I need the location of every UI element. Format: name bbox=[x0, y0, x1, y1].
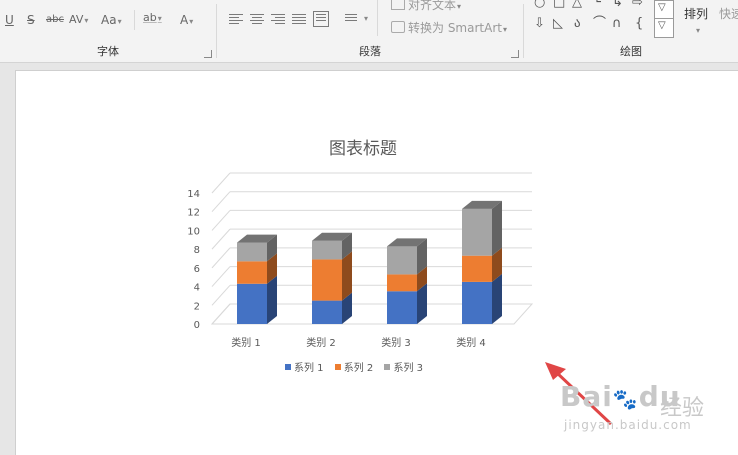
bar-segment bbox=[462, 208, 492, 256]
gridline-side bbox=[211, 266, 231, 287]
gridline-side bbox=[211, 172, 231, 194]
legend-label: 系列 2 bbox=[343, 363, 374, 374]
x-tick-label: 类别 1 bbox=[231, 336, 261, 349]
x-tick-label: 类别 4 bbox=[456, 336, 486, 349]
chart-title[interactable]: 图表标题 bbox=[300, 134, 426, 159]
bar-segment bbox=[237, 261, 267, 284]
legend-swatch bbox=[384, 364, 391, 370]
y-tick-label: 0 bbox=[194, 320, 200, 331]
y-tick-label: 14 bbox=[187, 189, 200, 200]
y-tick-label: 4 bbox=[194, 283, 200, 294]
x-axis: 类别 1 类别 2 类别 3 类别 4 bbox=[231, 336, 486, 349]
y-tick-label: 10 bbox=[187, 226, 200, 237]
x-tick-label: 类别 2 bbox=[306, 336, 336, 349]
bar-segment bbox=[237, 242, 267, 262]
paw-icon: 🐾 bbox=[612, 387, 639, 411]
bar-side bbox=[492, 200, 502, 256]
legend-item: 系列 1 bbox=[285, 359, 324, 374]
bar-side bbox=[492, 273, 502, 324]
legend-item: 系列 3 bbox=[384, 359, 423, 374]
gridline-side bbox=[211, 228, 231, 250]
gridline-side bbox=[211, 191, 231, 213]
legend-swatch bbox=[334, 364, 341, 370]
y-tick-label: 6 bbox=[194, 264, 200, 275]
baidu-jingyan-watermark: Bai🐾du 经验 jingyan.baidu.com bbox=[560, 372, 710, 442]
gridline-side bbox=[211, 210, 231, 231]
bar-segment bbox=[387, 291, 417, 324]
gridline-side bbox=[211, 284, 231, 306]
bar-segment bbox=[312, 240, 342, 260]
bar-segment bbox=[387, 246, 417, 275]
bar-segment bbox=[312, 259, 342, 301]
bar-segment bbox=[462, 281, 492, 324]
bar-side bbox=[342, 251, 352, 301]
legend-swatch bbox=[285, 364, 291, 370]
bar-segment bbox=[462, 255, 492, 282]
bar-side bbox=[267, 275, 277, 324]
y-tick-label: 2 bbox=[194, 301, 200, 312]
y-tick-label: 12 bbox=[187, 208, 200, 219]
legend-label: 系列 3 bbox=[393, 363, 424, 374]
legend-item: 系列 2 bbox=[334, 359, 374, 374]
chart-legend[interactable]: 系列 1 系列 2 系列 3 bbox=[285, 359, 431, 374]
legend-label: 系列 1 bbox=[294, 363, 324, 374]
bar-segment bbox=[387, 274, 417, 292]
y-tick-label: 8 bbox=[194, 245, 200, 256]
x-tick-label: 类别 3 bbox=[381, 336, 411, 349]
bar-segment bbox=[237, 283, 267, 324]
watermark-url: jingyan.baidu.com bbox=[564, 418, 692, 432]
y-axis: 0 2 4 6 8 10 12 14 bbox=[187, 189, 200, 331]
chart-plot bbox=[237, 200, 502, 324]
gridline-side bbox=[211, 247, 231, 269]
bar-segment bbox=[312, 300, 342, 324]
watermark-brand-part1: Bai bbox=[560, 380, 613, 413]
